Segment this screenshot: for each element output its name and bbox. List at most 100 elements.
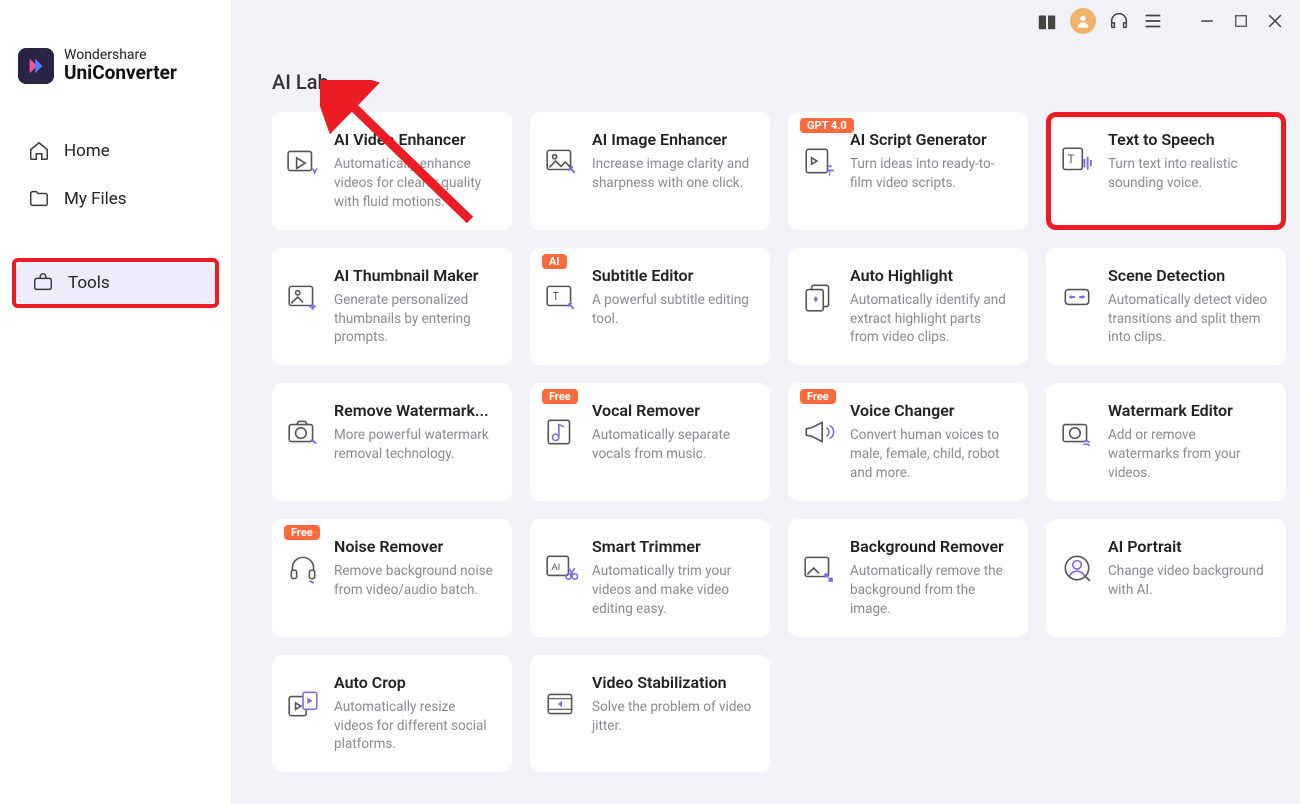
card-ai-portrait[interactable]: AI Portrait Change video background with… [1046, 519, 1286, 637]
folder-icon [28, 188, 50, 210]
card-description: Automatically identify and extract highl… [850, 291, 1012, 348]
card-title: Remove Watermark... [334, 401, 496, 420]
split-icon [1060, 280, 1094, 314]
card-title: Noise Remover [334, 537, 496, 556]
card-description: Convert human voices to male, female, ch… [850, 426, 1012, 483]
card-description: Increase image clarity and sharpness wit… [592, 155, 754, 193]
titlebar [1036, 8, 1286, 34]
card-subtitle-editor[interactable]: AI Subtitle Editor A powerful subtitle e… [530, 248, 770, 366]
window-close-icon[interactable] [1264, 10, 1286, 32]
image-edit-icon [544, 144, 578, 178]
card-auto-highlight[interactable]: Auto Highlight Automatically identify an… [788, 248, 1028, 366]
card-description: Solve the problem of video jitter. [592, 698, 754, 736]
card-badge: Free [542, 389, 578, 404]
headphones-icon [286, 551, 320, 585]
sidebar-item-label: My Files [64, 189, 127, 209]
card-badge: GPT 4.0 [800, 118, 854, 133]
card-title: Smart Trimmer [592, 537, 754, 556]
avatar[interactable] [1070, 8, 1096, 34]
card-title: AI Thumbnail Maker [334, 266, 496, 285]
portrait-scan-icon [1060, 551, 1094, 585]
sidebar-item-tools[interactable]: Tools [16, 262, 215, 304]
sidebar-item-my-files[interactable]: My Files [12, 178, 219, 220]
card-description: Automatically remove the background from… [850, 562, 1012, 619]
card-title: Vocal Remover [592, 401, 754, 420]
main-content: AI Lab AI Video Enhancer Automatically e… [232, 0, 1300, 804]
card-title: AI Portrait [1108, 537, 1270, 556]
card-description: Automatically enhance videos for clearer… [334, 155, 496, 212]
sidebar-item-label: Home [64, 141, 110, 161]
camera-wave-icon [1060, 415, 1094, 449]
window-minimize-icon[interactable] [1196, 10, 1218, 32]
script-text-icon [802, 144, 836, 178]
card-ai-video-enhancer[interactable]: AI Video Enhancer Automatically enhance … [272, 112, 512, 230]
card-ai-thumbnail-maker[interactable]: AI Thumbnail Maker Generate personalized… [272, 248, 512, 366]
card-background-remover[interactable]: Background Remover Automatically remove … [788, 519, 1028, 637]
card-remove-watermark[interactable]: Remove Watermark... More powerful waterm… [272, 383, 512, 501]
support-icon[interactable] [1108, 10, 1130, 32]
logo-mark-icon [18, 48, 54, 84]
menu-icon[interactable] [1142, 10, 1164, 32]
video-sparkle-icon [286, 144, 320, 178]
toolbox-icon [32, 272, 54, 294]
card-description: Automatically resize videos for differen… [334, 698, 496, 755]
card-title: Text to Speech [1108, 130, 1270, 149]
camera-remove-icon [286, 415, 320, 449]
home-icon [28, 140, 50, 162]
card-description: Automatically separate vocals from music… [592, 426, 754, 464]
card-text-to-speech[interactable]: Text to Speech Turn text into realistic … [1046, 112, 1286, 230]
card-title: Auto Crop [334, 673, 496, 692]
card-title: Background Remover [850, 537, 1012, 556]
card-noise-remover[interactable]: Free Noise Remover Remove background noi… [272, 519, 512, 637]
megaphone-icon [802, 415, 836, 449]
card-badge: Free [284, 525, 320, 540]
card-voice-changer[interactable]: Free Voice Changer Convert human voices … [788, 383, 1028, 501]
card-title: Watermark Editor [1108, 401, 1270, 420]
card-description: Turn ideas into ready-to-film video scri… [850, 155, 1012, 193]
card-description: Automatically detect video transitions a… [1108, 291, 1270, 348]
card-watermark-editor[interactable]: Watermark Editor Add or remove watermark… [1046, 383, 1286, 501]
ai-scissors-icon [544, 551, 578, 585]
card-title: Auto Highlight [850, 266, 1012, 285]
gift-icon[interactable] [1036, 10, 1058, 32]
window-maximize-icon[interactable] [1230, 10, 1252, 32]
card-smart-trimmer[interactable]: Smart Trimmer Automatically trim your vi… [530, 519, 770, 637]
card-ai-script-generator[interactable]: GPT 4.0 AI Script Generator Turn ideas i… [788, 112, 1028, 230]
card-badge: Free [800, 389, 836, 404]
sidebar-item-home[interactable]: Home [12, 130, 219, 172]
card-description: Generate personalized thumbnails by ente… [334, 291, 496, 348]
card-description: Change video background with AI. [1108, 562, 1270, 600]
card-auto-crop[interactable]: Auto Crop Automatically resize videos fo… [272, 655, 512, 773]
card-vocal-remover[interactable]: Free Vocal Remover Automatically separat… [530, 383, 770, 501]
card-title: Scene Detection [1108, 266, 1270, 285]
card-title: AI Image Enhancer [592, 130, 754, 149]
sidebar-nav: Home My Files Tools [12, 130, 219, 308]
card-title: AI Video Enhancer [334, 130, 496, 149]
image-plus-icon [286, 280, 320, 314]
sidebar-item-label: Tools [68, 273, 110, 293]
card-badge: AI [542, 254, 567, 269]
card-title: Voice Changer [850, 401, 1012, 420]
card-ai-image-enhancer[interactable]: AI Image Enhancer Increase image clarity… [530, 112, 770, 230]
section-title: AI Lab [272, 70, 1280, 94]
stabilize-icon [544, 687, 578, 721]
music-note-icon [544, 415, 578, 449]
card-video-stabilization[interactable]: Video Stabilization Solve the problem of… [530, 655, 770, 773]
cards-sparkle-icon [802, 280, 836, 314]
card-description: A powerful subtitle editing tool. [592, 291, 754, 329]
card-description: Turn text into realistic sounding voice. [1108, 155, 1270, 193]
card-title: AI Script Generator [850, 130, 1012, 149]
logo-product: UniConverter [64, 63, 177, 84]
image-checker-icon [802, 551, 836, 585]
crop-play-icon [286, 687, 320, 721]
card-description: Automatically trim your videos and make … [592, 562, 754, 619]
card-title: Video Stabilization [592, 673, 754, 692]
subtitle-edit-icon [544, 280, 578, 314]
sidebar: Wondershare UniConverter Home My Files T… [0, 0, 232, 804]
card-description: Remove background noise from video/audio… [334, 562, 496, 600]
app-logo: Wondershare UniConverter [12, 18, 219, 108]
card-scene-detection[interactable]: Scene Detection Automatically detect vid… [1046, 248, 1286, 366]
card-title: Subtitle Editor [592, 266, 754, 285]
card-description: More powerful watermark removal technolo… [334, 426, 496, 464]
tts-icon [1060, 144, 1094, 178]
